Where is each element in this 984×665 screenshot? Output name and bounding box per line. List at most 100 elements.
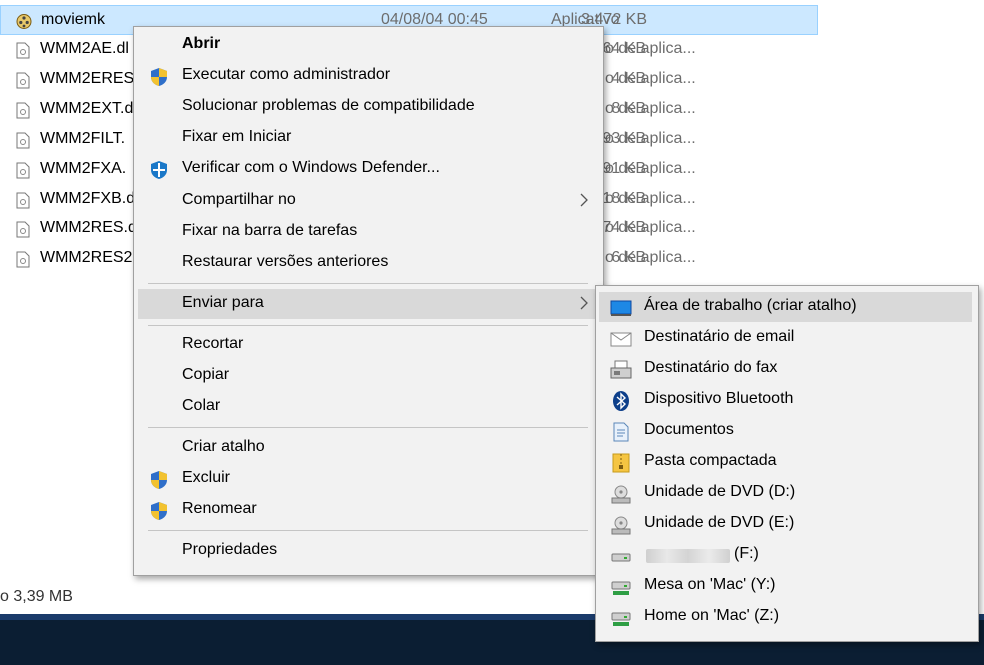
submenu-item-label: (F:) [734, 545, 759, 562]
menu-item-run-as-admin[interactable]: Executar como administrador [134, 61, 603, 91]
submenu-item-label: Destinatário de email [644, 328, 795, 345]
submenu-item-home[interactable]: Home on 'Mac' (Z:) [596, 602, 978, 632]
status-bar-text: o 3,39 MB [0, 588, 73, 605]
drive-icon [611, 553, 631, 562]
menu-item-troubleshoot[interactable]: Solucionar problemas de compatibilidade [134, 92, 603, 122]
submenu-item-dvd-d[interactable]: Unidade de DVD (D:) [596, 478, 978, 508]
submenu-item-label: Área de trabalho (criar atalho) [644, 297, 857, 314]
menu-item-label: Propriedades [182, 541, 278, 558]
menu-item-label: Recortar [182, 335, 244, 352]
dll-file-icon [16, 192, 30, 209]
chevron-right-icon [580, 193, 588, 207]
menu-item-label: Restaurar versões anteriores [182, 253, 389, 270]
dll-file-icon [16, 251, 30, 268]
menu-item-label: Solucionar problemas de compatibilidade [182, 97, 475, 114]
file-size: 6 KB [611, 249, 646, 266]
file-name: WMM2RES.d [40, 219, 137, 236]
menu-item-label: Excluir [182, 469, 231, 486]
menu-item-label: Compartilhar no [182, 191, 296, 208]
menu-item-paste[interactable]: Colar [134, 392, 603, 422]
submenu-item-mesa[interactable]: Mesa on 'Mac' (Y:) [596, 571, 978, 601]
send-to-submenu: Área de trabalho (criar atalho) Destinat… [595, 285, 979, 642]
menu-item-label: Renomear [182, 500, 257, 517]
menu-item-open[interactable]: Abrir [134, 30, 603, 60]
file-name: WMM2FILT. [40, 130, 126, 147]
file-name: WMM2FXB.d [40, 190, 136, 207]
submenu-item-label: Pasta compactada [644, 452, 777, 469]
file-name: WMM2ERES [40, 70, 135, 87]
menu-item-label: Copiar [182, 366, 230, 383]
submenu-item-label: Destinatário do fax [644, 359, 778, 376]
bluetooth-icon [613, 391, 629, 411]
file-name: moviemk [41, 11, 106, 28]
menu-item-create-shortcut[interactable]: Criar atalho [134, 433, 603, 463]
dll-file-icon [16, 162, 30, 179]
menu-item-copy[interactable]: Copiar [134, 361, 603, 391]
menu-item-label: Verificar com o Windows Defender... [182, 159, 440, 176]
menu-item-restore[interactable]: Restaurar versões anteriores [134, 248, 603, 278]
submenu-item-fax[interactable]: Destinatário do fax [596, 354, 978, 384]
network-drive-icon [611, 581, 631, 595]
dll-file-icon [16, 102, 30, 119]
blurred-drive-name [646, 549, 730, 563]
submenu-item-dvd-e[interactable]: Unidade de DVD (E:) [596, 509, 978, 539]
file-size: 4 KB [611, 70, 646, 87]
file-size: 8 KB [611, 100, 646, 117]
submenu-item-bluetooth[interactable]: Dispositivo Bluetooth [596, 385, 978, 415]
uac-shield-icon [151, 502, 167, 520]
menu-separator [148, 530, 588, 531]
menu-item-defender[interactable]: Verificar com o Windows Defender... [134, 154, 603, 184]
menu-item-label: Enviar para [182, 294, 264, 311]
menu-item-label: Abrir [182, 35, 221, 52]
menu-item-label: Executar como administrador [182, 66, 391, 83]
file-name: WMM2AE.dl [40, 40, 129, 57]
menu-separator [148, 283, 588, 284]
defender-shield-icon [151, 161, 167, 179]
menu-item-delete[interactable]: Excluir [134, 464, 603, 494]
submenu-item-label: Unidade de DVD (E:) [644, 514, 795, 531]
submenu-item-zip[interactable]: Pasta compactada [596, 447, 978, 477]
menu-item-pin-start[interactable]: Fixar em Iniciar [134, 123, 603, 153]
submenu-item-label: Home on 'Mac' (Z:) [644, 607, 780, 624]
menu-separator [148, 427, 588, 428]
submenu-item-label: Documentos [644, 421, 734, 438]
film-app-icon [16, 14, 32, 29]
menu-separator [148, 325, 588, 326]
desktop-icon [610, 300, 632, 316]
mail-icon [610, 332, 632, 347]
file-name: WMM2EXT.d [40, 100, 134, 117]
documents-icon [613, 422, 629, 442]
menu-item-rename[interactable]: Renomear [134, 495, 603, 525]
submenu-item-label: Dispositivo Bluetooth [644, 390, 794, 407]
dll-file-icon [16, 72, 30, 89]
dvd-drive-icon [611, 516, 631, 535]
menu-item-label: Fixar na barra de tarefas [182, 222, 358, 239]
submenu-item-documents[interactable]: Documentos [596, 416, 978, 446]
submenu-item-mail[interactable]: Destinatário de email [596, 323, 978, 353]
submenu-item-label: Unidade de DVD (D:) [644, 483, 796, 500]
submenu-item-drive-f[interactable]: (F:) [596, 540, 978, 570]
zip-folder-icon [612, 453, 630, 473]
dll-file-icon [16, 42, 30, 59]
menu-item-send-to[interactable]: Enviar para [138, 289, 599, 319]
file-name: WMM2FXA. [40, 160, 127, 177]
network-drive-icon [611, 612, 631, 626]
submenu-item-label: Mesa on 'Mac' (Y:) [644, 576, 776, 593]
context-menu: Abrir Executar como administrador Soluci… [133, 26, 604, 576]
dll-file-icon [16, 221, 30, 238]
dvd-drive-icon [611, 485, 631, 504]
chevron-right-icon [580, 296, 588, 310]
menu-item-label: Criar atalho [182, 438, 265, 455]
submenu-item-desktop[interactable]: Área de trabalho (criar atalho) [599, 292, 972, 322]
menu-item-cut[interactable]: Recortar [134, 330, 603, 360]
file-name: WMM2RES2 [40, 249, 133, 266]
menu-item-label: Colar [182, 397, 221, 414]
menu-item-properties[interactable]: Propriedades [134, 536, 603, 566]
dll-file-icon [16, 132, 30, 149]
menu-item-pin-taskbar[interactable]: Fixar na barra de tarefas [134, 217, 603, 247]
fax-icon [610, 360, 632, 379]
menu-item-share[interactable]: Compartilhar no [134, 186, 603, 216]
uac-shield-icon [151, 68, 167, 86]
menu-item-label: Fixar em Iniciar [182, 128, 292, 145]
uac-shield-icon [151, 471, 167, 489]
